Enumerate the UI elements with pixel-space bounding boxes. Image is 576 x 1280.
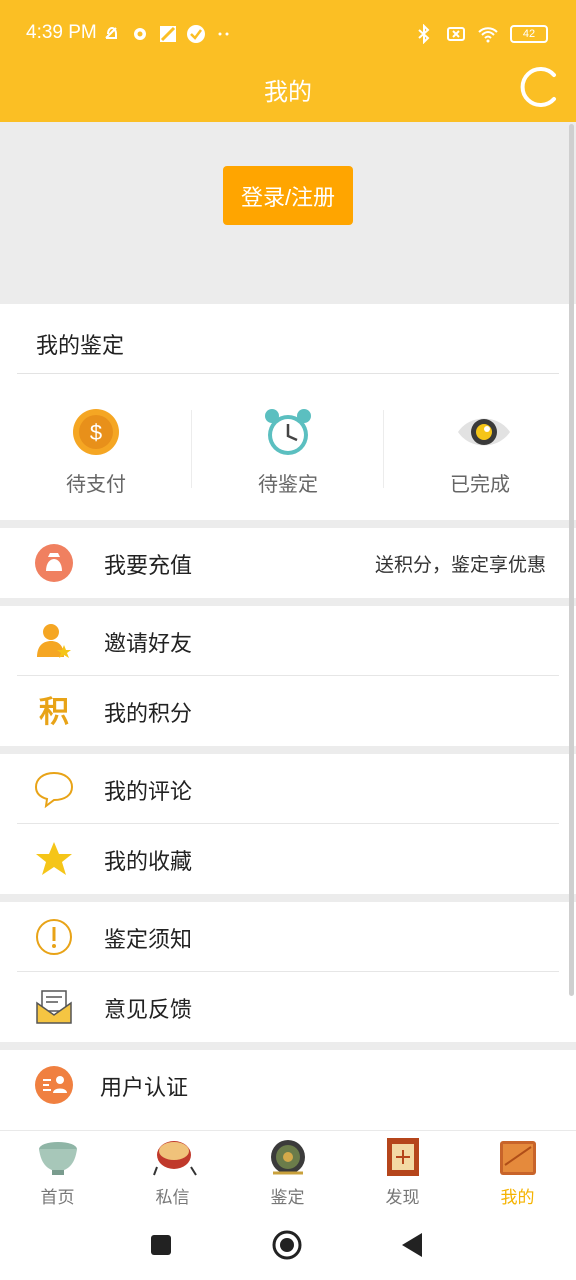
nav-label: 发现 [385, 1188, 420, 1208]
star-icon [36, 842, 72, 875]
bottom-navigation: 首页 私信 鉴定 发现 我的 [0, 1130, 576, 1210]
my-appraisal-section: 我的鉴定 $ 待支付 待鉴定 已完成 [0, 304, 576, 520]
eye-icon [458, 418, 510, 446]
nav-label: 私信 [155, 1188, 190, 1208]
battery-icon: 42 [510, 25, 548, 43]
money-bag-icon [35, 544, 73, 582]
sim-off-icon [447, 27, 465, 41]
system-navigation-bar [0, 1210, 576, 1280]
nav-label: 首页 [40, 1188, 75, 1208]
invite-friends-label: 邀请好友 [104, 632, 193, 657]
envelope-icon [36, 990, 72, 1024]
login-register-button[interactable]: 登录/注册 [223, 166, 353, 225]
refresh-icon[interactable] [516, 65, 560, 109]
recharge-row[interactable]: 我要充值 送积分，鉴定享优惠 [0, 528, 576, 598]
wood-box-icon [500, 1141, 536, 1175]
my-comments-label: 我的评论 [104, 780, 193, 805]
status-label: 待支付 [66, 472, 126, 496]
status-label: 已完成 [450, 472, 510, 496]
feedback-label: 意见反馈 [104, 998, 193, 1023]
appraisal-notice-label: 鉴定须知 [104, 928, 193, 953]
my-comments-row[interactable]: 我的评论 [0, 754, 576, 824]
divider [17, 373, 559, 374]
drum-icon [153, 1141, 197, 1176]
invite-friends-row[interactable]: 邀请好友 [0, 606, 576, 676]
status-pending-payment[interactable]: $ 待支付 [0, 408, 192, 498]
comment-bubble-icon [34, 771, 74, 809]
back-triangle-icon[interactable] [400, 1232, 424, 1258]
status-time: 4:39 PM [26, 22, 97, 43]
my-favorites-label: 我的收藏 [104, 850, 193, 875]
scrollbar[interactable] [569, 124, 574, 996]
recharge-label: 我要充值 [104, 554, 193, 579]
bowl-icon [39, 1142, 77, 1175]
nav-home[interactable]: 首页 [0, 1131, 115, 1211]
invite-friend-icon [37, 624, 71, 658]
my-points-row[interactable]: 积 我的积分 [0, 676, 576, 746]
app-icon [160, 26, 176, 42]
points-icon: 积 [39, 695, 69, 730]
nav-label: 鉴定 [270, 1188, 305, 1208]
nav-discover[interactable]: 发现 [345, 1131, 460, 1211]
nav-appraisal[interactable]: 鉴定 [230, 1131, 345, 1211]
user-verification-row[interactable]: 用户认证 [0, 1050, 576, 1120]
app-header: 我的 [0, 56, 576, 122]
alarm-clock-icon [265, 409, 311, 455]
section-title: 我的鉴定 [36, 334, 125, 359]
exclamation-circle-icon [36, 919, 72, 955]
recents-square-icon[interactable] [150, 1234, 172, 1256]
nav-mine[interactable]: 我的 [460, 1131, 575, 1211]
status-pending-appraisal[interactable]: 待鉴定 [192, 408, 384, 498]
feedback-row[interactable]: 意见反馈 [0, 972, 576, 1042]
points-icon-glyph: 积 [39, 695, 69, 730]
coin-icon: $ [73, 409, 119, 455]
my-favorites-row[interactable]: 我的收藏 [0, 824, 576, 894]
nav-messages[interactable]: 私信 [115, 1131, 230, 1211]
page-title: 我的 [264, 78, 312, 106]
svg-text:$: $ [90, 420, 102, 445]
status-label: 待鉴定 [258, 472, 318, 496]
check-circle-icon [187, 25, 205, 43]
login-area: 登录/注册 [0, 122, 576, 304]
recharge-promo: 送积分，鉴定享优惠 [374, 554, 546, 576]
my-points-label: 我的积分 [104, 702, 193, 727]
home-circle-icon[interactable] [272, 1230, 302, 1260]
bluetooth-icon [418, 24, 430, 44]
wifi-icon [478, 27, 498, 43]
screen-frame-icon [387, 1138, 419, 1176]
more-dots-icon [218, 32, 229, 36]
mute-icon [105, 26, 117, 39]
user-card-icon [35, 1066, 73, 1104]
settings-icon [134, 28, 146, 40]
bronze-mirror-icon [271, 1140, 305, 1175]
nav-label: 我的 [500, 1188, 535, 1208]
appraisal-notice-row[interactable]: 鉴定须知 [0, 902, 576, 972]
user-verification-label: 用户认证 [100, 1076, 189, 1101]
status-completed[interactable]: 已完成 [384, 408, 576, 498]
